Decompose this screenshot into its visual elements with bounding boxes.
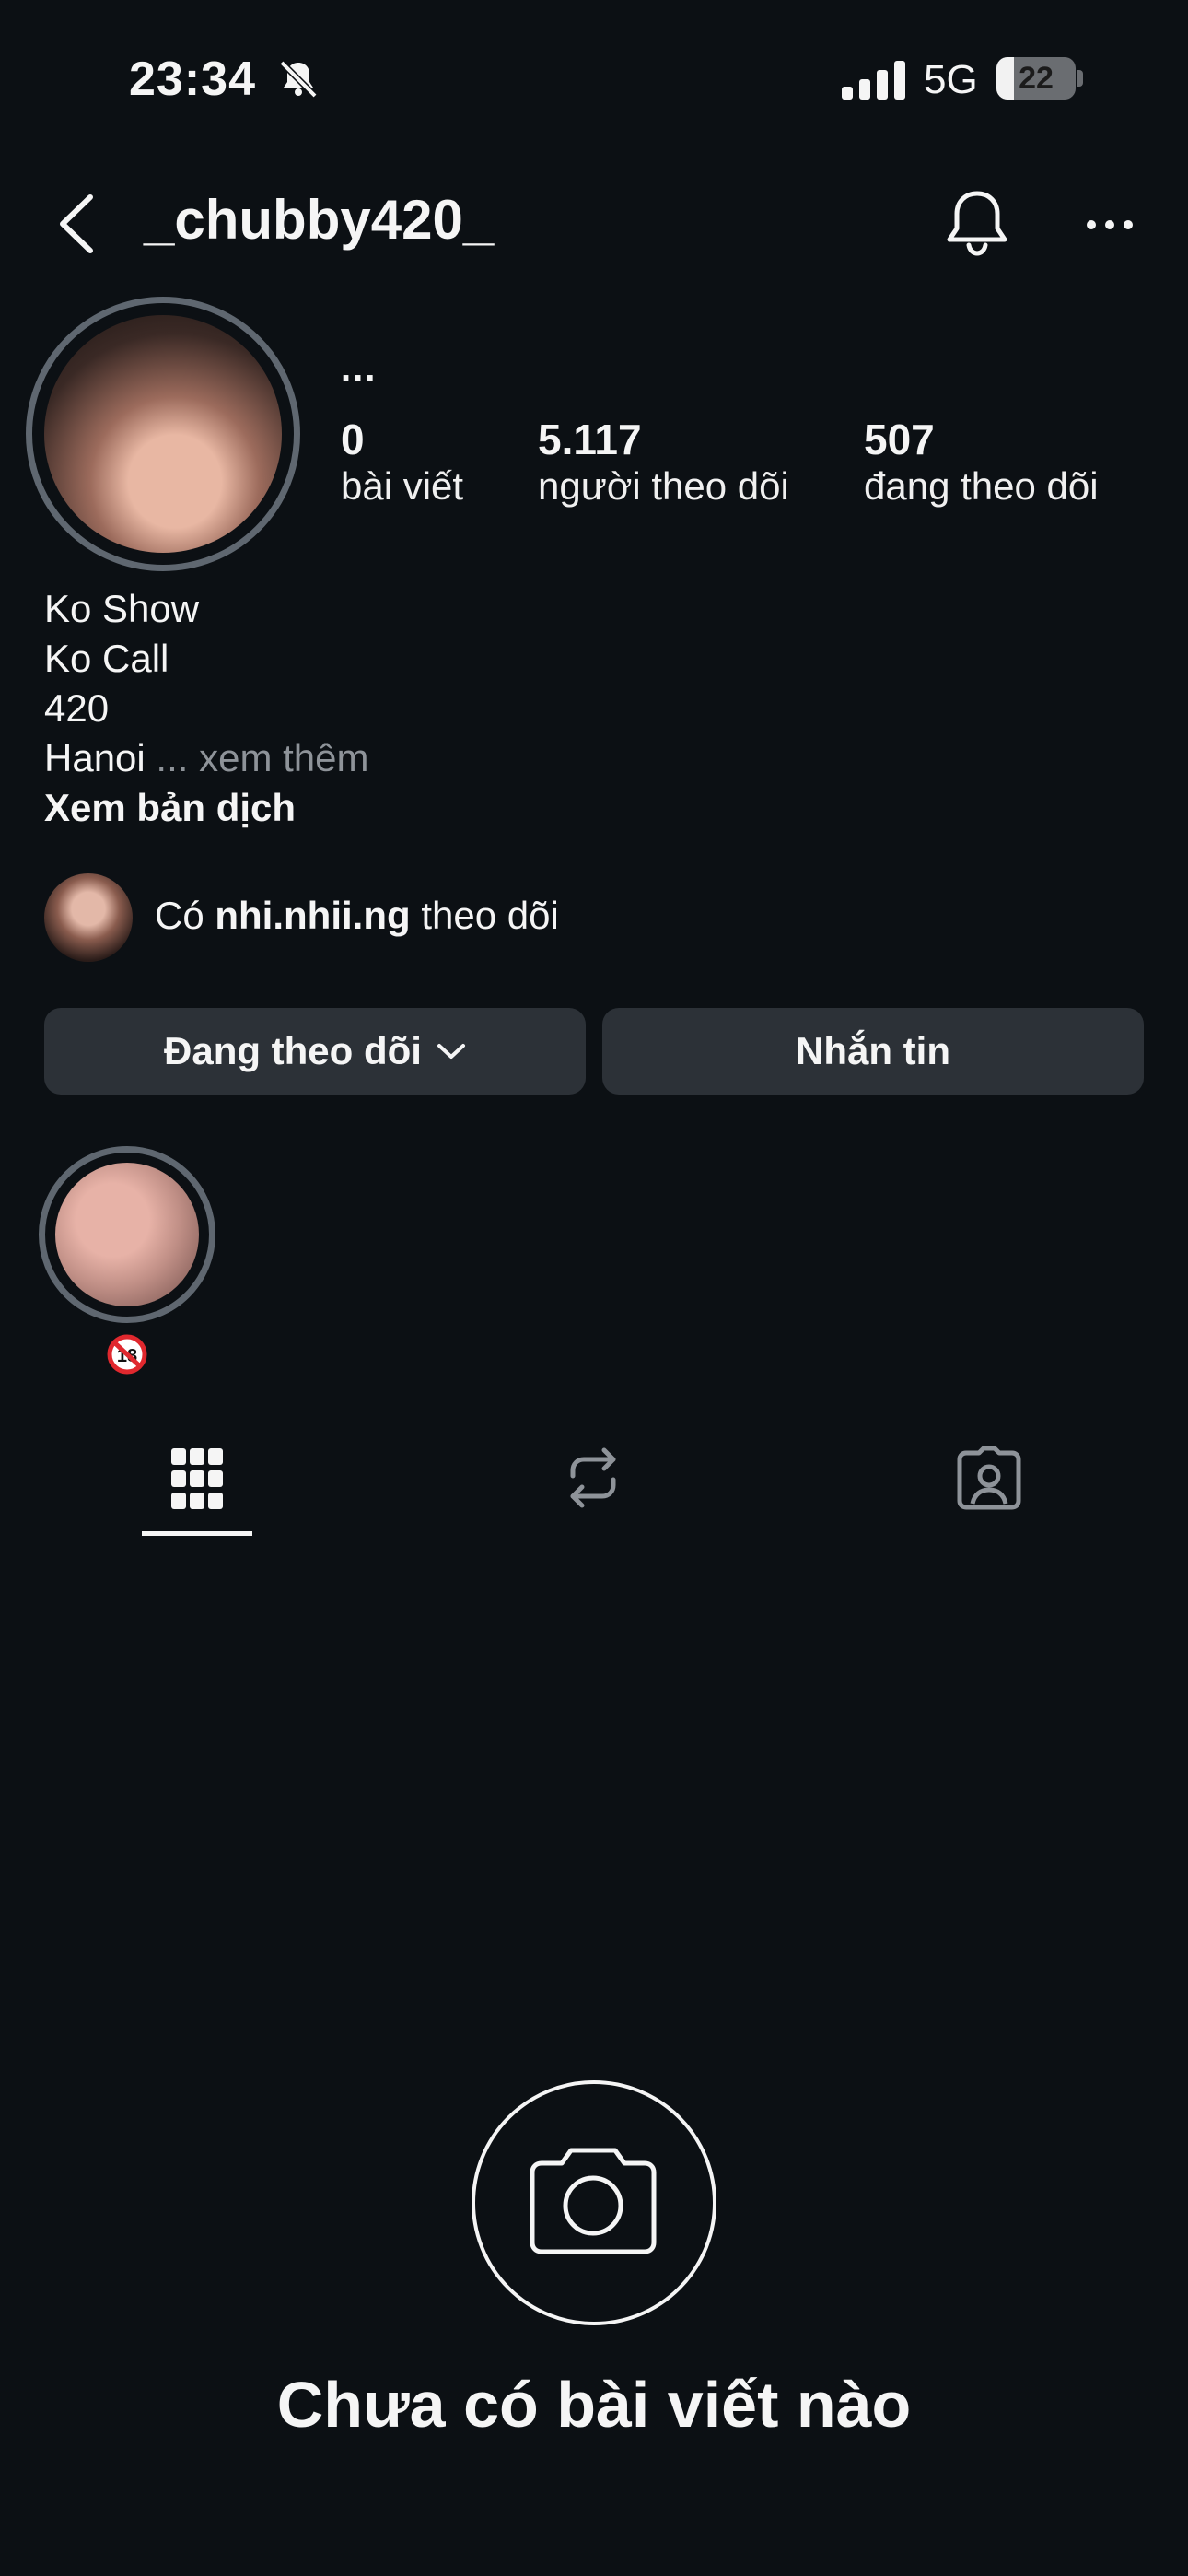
following-button[interactable]: Đang theo dõi [44,1008,586,1095]
bio-line: Ko Call [44,637,169,680]
grid-icon[interactable] [171,1448,223,1509]
bio-ellipsis: ... [156,736,189,779]
stat-followers[interactable]: 5.117 người theo dõi [538,415,789,509]
bio-line-text: Hanoi [44,736,146,779]
notification-bell-icon[interactable] [943,188,1011,258]
message-button-label: Nhắn tin [796,1029,950,1072]
profile-display-name: ... [341,348,378,389]
stat-following[interactable]: 507 đang theo dõi [864,415,1099,509]
chevron-down-icon [437,1044,465,1059]
story-highlight[interactable] [55,1163,199,1306]
stat-following-value: 507 [864,416,935,463]
stat-posts: 0 bài viết [341,415,463,509]
stat-posts-value: 0 [341,416,365,463]
reposts-icon[interactable] [564,1445,623,1511]
stat-posts-label: bài viết [341,464,464,508]
battery-icon: 22 [996,57,1085,101]
active-tab-indicator [142,1531,252,1536]
stat-followers-label: người theo dõi [538,464,789,508]
tagged-icon[interactable] [956,1446,1022,1511]
back-icon[interactable] [55,192,96,256]
bio-line: Ko Show [44,587,200,630]
bio-line: 420 [44,686,110,730]
mutual-username: nhi.nhii.ng [215,894,411,937]
stat-following-label: đang theo dõi [864,464,1099,508]
mutual-followers-text[interactable]: Có nhi.nhii.ng theo dõi [155,894,559,938]
profile-bio: Ko Show Ko Call 420 Hanoi ... xem thêm X… [44,584,369,833]
profile-avatar[interactable] [44,315,282,553]
no-under-18-icon: 18 [107,1334,147,1375]
profile-username: _chubby420_ [144,189,495,251]
see-translation-link[interactable]: Xem bản dịch [44,783,369,833]
bio-line-last: Hanoi ... xem thêm [44,733,369,783]
mutual-suffix: theo dõi [421,894,559,937]
see-more-link[interactable]: xem thêm [199,736,368,779]
following-button-label: Đang theo dõi [164,1029,422,1072]
mutual-follower-avatar[interactable] [44,873,133,962]
network-type: 5G [924,57,978,102]
empty-state-title: Chưa có bài viết nào [276,2369,912,2441]
more-options-icon[interactable] [1085,217,1135,232]
status-time: 23:34 [129,53,256,106]
battery-level: 22 [1019,61,1054,96]
message-button[interactable]: Nhắn tin [602,1008,1144,1095]
stat-followers-value: 5.117 [538,416,642,463]
camera-icon [530,2148,657,2254]
mutual-prefix: Có [155,894,204,937]
signal-icon [842,61,905,100]
bell-muted-icon [279,60,318,99]
